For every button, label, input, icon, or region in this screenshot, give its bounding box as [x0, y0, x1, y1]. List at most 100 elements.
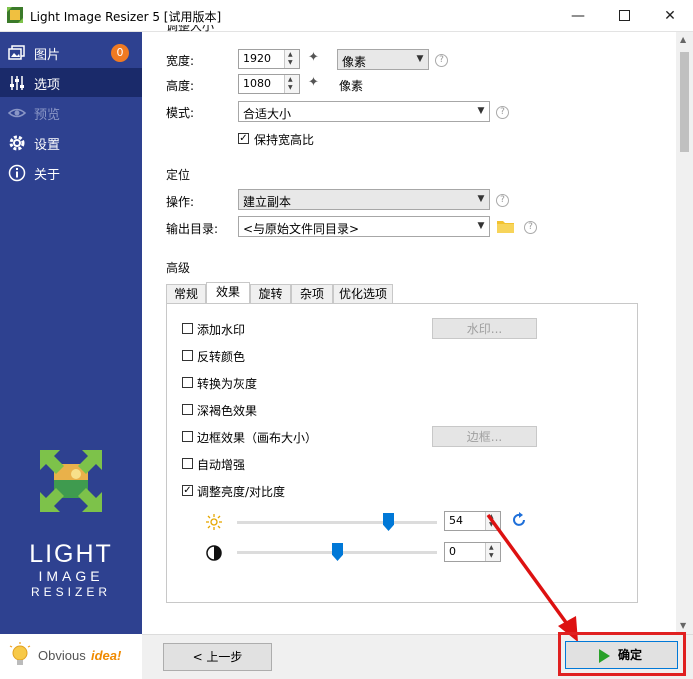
- chevron-down-icon: ▼: [477, 106, 485, 116]
- decrement-icon[interactable]: ▼: [288, 84, 293, 91]
- chevron-down-icon: ▼: [416, 54, 424, 64]
- contrast-stepper[interactable]: 0 ▲ ▼: [444, 542, 501, 562]
- window-title: Light Image Resizer 5 [试用版本]: [30, 10, 222, 24]
- logo-text-image: IMAGE: [38, 568, 104, 584]
- mode-select[interactable]: 合适大小 ▼: [238, 101, 490, 122]
- target-section-title: 定位: [166, 168, 191, 182]
- play-icon: [599, 649, 610, 663]
- unit-select-value: 像素: [342, 55, 367, 69]
- magic-wand-icon[interactable]: ✦: [308, 75, 319, 90]
- output-dir-select[interactable]: <与原始文件同目录> ▼: [238, 216, 490, 237]
- sidebar-item-images[interactable]: 图片 0: [0, 38, 142, 67]
- decrement-icon[interactable]: ▼: [288, 59, 293, 66]
- decrement-icon[interactable]: ▼: [489, 552, 494, 559]
- eye-icon: [8, 108, 26, 118]
- tab-effects[interactable]: 效果: [206, 282, 250, 304]
- back-button[interactable]: < 上一步: [163, 643, 272, 671]
- sidebar-item-preview[interactable]: 预览: [0, 98, 142, 127]
- sidebar-item-settings[interactable]: 设置: [0, 128, 142, 157]
- scroll-down-icon[interactable]: ▼: [680, 621, 686, 630]
- watermark-checkbox[interactable]: [182, 323, 193, 334]
- close-icon: ✕: [664, 7, 676, 24]
- close-button[interactable]: ✕: [647, 0, 693, 31]
- scroll-up-icon[interactable]: ▲: [680, 35, 686, 44]
- grayscale-checkbox[interactable]: [182, 377, 193, 388]
- chevron-down-icon: ▼: [477, 221, 485, 231]
- lightbulb-icon: [9, 642, 31, 665]
- scrollbar-thumb[interactable]: [680, 52, 689, 152]
- logo-text-resizer: RESIZER: [30, 585, 111, 599]
- contrast-icon: [206, 545, 222, 561]
- increment-icon[interactable]: ▲: [489, 544, 494, 551]
- contrast-value: 0: [449, 545, 456, 558]
- tab-rotate[interactable]: 旋转: [250, 284, 291, 303]
- info-icon: [8, 164, 26, 182]
- help-icon[interactable]: ?: [496, 106, 509, 119]
- increment-icon[interactable]: ▲: [288, 51, 293, 58]
- height-stepper[interactable]: 1080 ▲ ▼: [238, 74, 300, 94]
- height-label: 高度:: [166, 79, 195, 93]
- action-label: 操作:: [166, 195, 195, 209]
- brightness-contrast-checkbox[interactable]: [182, 485, 193, 496]
- brand-footer[interactable]: Obvious idea!: [0, 634, 142, 678]
- folder-icon[interactable]: [497, 219, 514, 233]
- watermark-button[interactable]: 水印...: [432, 318, 537, 339]
- brand-obvious: Obvious: [38, 648, 86, 663]
- increment-icon[interactable]: ▲: [288, 76, 293, 83]
- maximize-button[interactable]: [601, 0, 647, 31]
- tab-general[interactable]: 常规: [166, 284, 206, 303]
- reset-icon[interactable]: [512, 512, 528, 528]
- app-logo-image: [40, 450, 102, 512]
- sidebar: 图片 0 选项 预览 设置 关于 LIGHT IMAGE RESIZER: [0, 32, 142, 678]
- border-button[interactable]: 边框...: [432, 426, 537, 447]
- ok-button[interactable]: 确定: [565, 641, 678, 669]
- grayscale-label: 转换为灰度: [197, 377, 258, 391]
- auto-enhance-checkbox[interactable]: [182, 458, 193, 469]
- action-select[interactable]: 建立副本 ▼: [238, 189, 490, 210]
- invert-colors-label: 反转颜色: [197, 350, 246, 364]
- sidebar-item-options[interactable]: 选项: [0, 68, 142, 97]
- tab-optimize[interactable]: 优化选项: [333, 284, 393, 303]
- keep-ratio-checkbox[interactable]: [238, 133, 249, 144]
- brightness-value: 54: [449, 514, 463, 527]
- decrement-icon[interactable]: ▼: [489, 521, 494, 528]
- magic-wand-icon[interactable]: ✦: [308, 50, 319, 65]
- width-value: 1920: [243, 52, 271, 65]
- auto-enhance-label: 自动增强: [197, 458, 246, 472]
- minimize-icon: —: [571, 7, 585, 24]
- logo-text-light: LIGHT: [29, 540, 113, 568]
- action-value: 建立副本: [243, 195, 292, 209]
- sliders-icon: [10, 76, 24, 90]
- vertical-scrollbar[interactable]: ▲ ▼: [676, 32, 693, 634]
- sidebar-item-about[interactable]: 关于: [0, 158, 142, 187]
- help-icon[interactable]: ?: [435, 54, 448, 67]
- gear-icon: [9, 135, 25, 151]
- help-icon[interactable]: ?: [496, 194, 509, 207]
- images-count-badge: 0: [111, 44, 129, 62]
- brightness-slider[interactable]: [237, 521, 437, 524]
- width-stepper[interactable]: 1920 ▲ ▼: [238, 49, 300, 69]
- app-icon: [7, 7, 23, 23]
- border-label: 边框效果（画布大小）: [197, 431, 318, 445]
- increment-icon[interactable]: ▲: [489, 513, 494, 520]
- brightness-stepper[interactable]: 54 ▲ ▼: [444, 511, 501, 531]
- ok-button-label: 确定: [618, 648, 643, 662]
- sidebar-item-label: 关于: [34, 168, 61, 183]
- output-dir-value: <与原始文件同目录>: [243, 222, 360, 236]
- minimize-button[interactable]: —: [555, 0, 601, 31]
- watermark-label: 添加水印: [197, 323, 246, 337]
- images-icon: [8, 45, 25, 60]
- tab-misc[interactable]: 杂项: [291, 284, 333, 303]
- invert-colors-checkbox[interactable]: [182, 350, 193, 361]
- maximize-icon: [618, 10, 630, 21]
- sepia-checkbox[interactable]: [182, 404, 193, 415]
- output-dir-label: 输出目录:: [166, 222, 219, 236]
- brand-idea: idea!: [91, 648, 122, 663]
- border-checkbox[interactable]: [182, 431, 193, 442]
- chevron-down-icon: ▼: [477, 194, 485, 204]
- keep-ratio-label: 保持宽高比: [254, 133, 315, 147]
- title-bar: Light Image Resizer 5 [试用版本] — ✕: [0, 0, 693, 32]
- height-value: 1080: [243, 77, 271, 90]
- unit-select[interactable]: 像素 ▼: [337, 49, 429, 70]
- help-icon[interactable]: ?: [524, 221, 537, 234]
